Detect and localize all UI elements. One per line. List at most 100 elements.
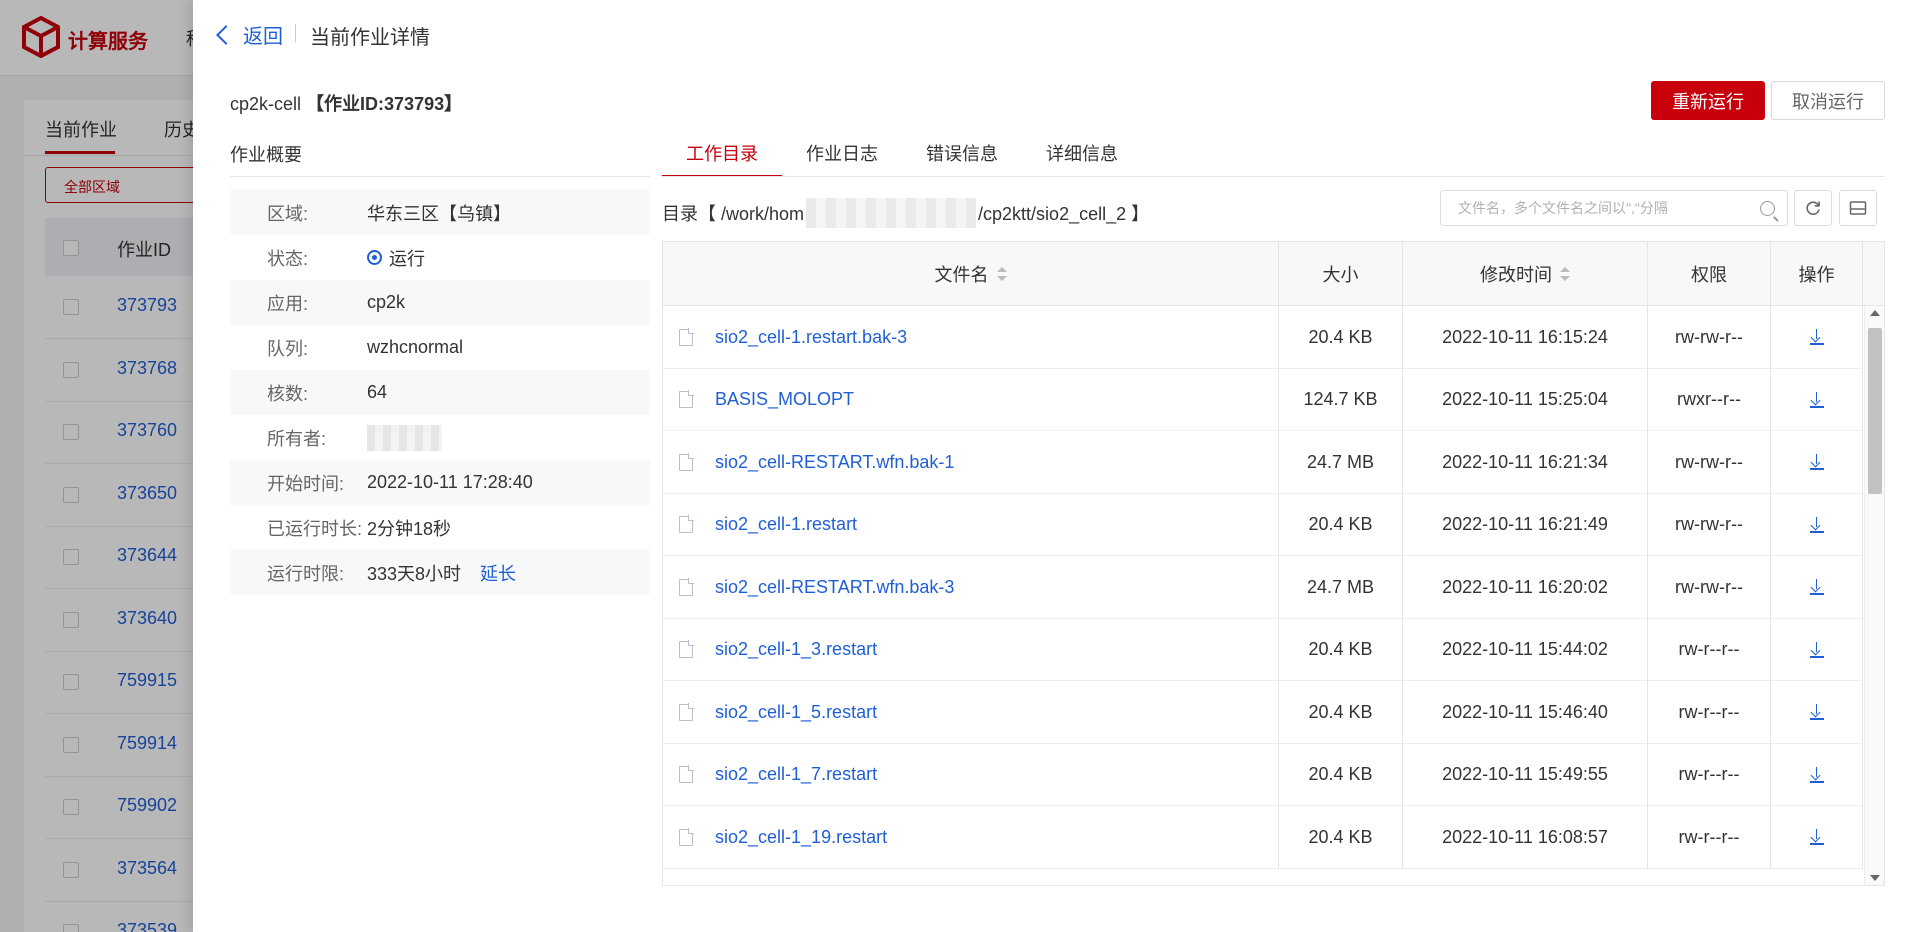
file-name-link[interactable]: sio2_cell-1_7.restart bbox=[715, 764, 877, 785]
refresh-button[interactable] bbox=[1794, 190, 1832, 226]
file-icon bbox=[679, 702, 694, 721]
folder-icon bbox=[1849, 201, 1867, 215]
file-name-cell: BASIS_MOLOPT bbox=[663, 368, 1279, 431]
download-icon[interactable] bbox=[1809, 766, 1824, 783]
file-icon bbox=[679, 640, 694, 658]
open-folder-button[interactable] bbox=[1839, 190, 1877, 226]
file-mtime-cell: 2022-10-11 16:15:24 bbox=[1403, 306, 1648, 368]
tab-detail-info[interactable]: 详细信息 bbox=[1022, 133, 1142, 177]
file-table-header: 文件名 大小 修改时间 权限 操作 bbox=[663, 242, 1884, 306]
file-table-row: sio2_cell-RESTART.wfn.bak-3 24.7 MB 2022-1… bbox=[663, 556, 1863, 619]
file-table-row: sio2_cell-RESTART.wfn.bak-1 24.7 MB 2022-1… bbox=[663, 431, 1863, 494]
overview-value: 华东三区【乌镇】 bbox=[367, 203, 511, 224]
file-table-row: sio2_cell-1.restart.bak-3 20.4 KB 2022-10-… bbox=[663, 306, 1863, 369]
overview-row-start-time: 开始时间: 2022-10-11 17:28:40 bbox=[230, 460, 650, 505]
overview-row-owner: 所有者: bbox=[230, 415, 650, 460]
rerun-button[interactable]: 重新运行 bbox=[1651, 81, 1765, 120]
download-icon[interactable] bbox=[1809, 329, 1824, 345]
file-perm-cell: rw-r--r-- bbox=[1648, 806, 1771, 868]
scroll-down-arrow-icon[interactable] bbox=[1870, 875, 1880, 881]
file-name-link[interactable]: sio2_cell-RESTART.wfn.bak-1 bbox=[715, 452, 954, 473]
back-button[interactable]: 返回 bbox=[216, 20, 283, 49]
file-size-cell: 24.7 MB bbox=[1279, 556, 1403, 618]
file-icon bbox=[679, 765, 694, 783]
file-name-cell: sio2_cell-1_5.restart bbox=[663, 681, 1279, 743]
download-icon[interactable] bbox=[1809, 579, 1824, 595]
file-mtime-cell: 2022-10-11 15:25:04 bbox=[1403, 368, 1648, 431]
file-name-link[interactable]: BASIS_MOLOPT bbox=[715, 389, 854, 410]
column-header-op-label: 操作 bbox=[1798, 265, 1835, 285]
tab-work-directory[interactable]: 工作目录 bbox=[662, 133, 782, 177]
overview-row-time-limit: 运行时限: 333天8小时 延长 bbox=[230, 550, 650, 595]
file-size-cell: 124.7 KB bbox=[1279, 368, 1403, 431]
header-gutter bbox=[1863, 242, 1884, 306]
title-separator bbox=[295, 24, 296, 42]
sort-icon[interactable] bbox=[996, 267, 1007, 281]
file-table-row: sio2_cell-1_3.restart 20.4 KB 2022-10-11 1… bbox=[663, 618, 1863, 681]
file-op-cell bbox=[1771, 368, 1863, 431]
download-icon[interactable] bbox=[1809, 829, 1824, 845]
file-name-link[interactable]: sio2_cell-RESTART.wfn.bak-3 bbox=[715, 577, 954, 598]
file-name-cell: sio2_cell-RESTART.wfn.bak-1 bbox=[663, 431, 1279, 493]
file-size-cell: 20.4 KB bbox=[1279, 743, 1403, 806]
table-scrollbar[interactable] bbox=[1864, 306, 1884, 885]
file-size-cell: 20.4 KB bbox=[1279, 806, 1403, 868]
column-header-mtime[interactable]: 修改时间 bbox=[1403, 242, 1648, 306]
overview-key: 队列: bbox=[267, 338, 309, 359]
file-name-cell: sio2_cell-1.restart bbox=[663, 493, 1279, 556]
download-icon[interactable] bbox=[1809, 704, 1824, 720]
file-name-link[interactable]: sio2_cell-1_19.restart bbox=[715, 827, 887, 848]
scroll-up-arrow-icon[interactable] bbox=[1870, 310, 1880, 316]
overview-row-queue: 队列: wzhcnormal bbox=[230, 325, 650, 370]
job-name: cp2k-cell bbox=[230, 94, 302, 114]
tabs-divider bbox=[662, 176, 1885, 177]
tab-error-info[interactable]: 错误信息 bbox=[902, 133, 1022, 177]
file-name-link[interactable]: sio2_cell-1_3.restart bbox=[715, 639, 877, 660]
file-mtime-cell: 2022-10-11 16:20:02 bbox=[1403, 556, 1648, 618]
overview-key: 开始时间: bbox=[267, 473, 345, 494]
file-perm-cell: rw-r--r-- bbox=[1648, 681, 1771, 743]
sort-icon[interactable] bbox=[1560, 267, 1570, 281]
file-op-cell bbox=[1771, 556, 1863, 618]
file-name-link[interactable]: sio2_cell-1.restart bbox=[715, 514, 857, 535]
file-size-cell: 20.4 KB bbox=[1279, 306, 1403, 368]
file-perm-cell: rwxr--r-- bbox=[1648, 368, 1771, 431]
file-mtime-cell: 2022-10-11 16:21:34 bbox=[1403, 431, 1648, 493]
cancel-run-button[interactable]: 取消运行 bbox=[1771, 81, 1885, 120]
file-op-cell bbox=[1771, 743, 1863, 806]
download-icon[interactable] bbox=[1809, 641, 1824, 658]
file-size-cell: 20.4 KB bbox=[1279, 618, 1403, 681]
chevron-left-icon bbox=[216, 25, 236, 45]
file-icon bbox=[679, 515, 694, 533]
file-search-input[interactable] bbox=[1441, 191, 1787, 225]
file-table-row: sio2_cell-1_7.restart 20.4 KB 2022-10-11 1… bbox=[663, 743, 1863, 806]
overview-row-elapsed: 已运行时长: 2分钟18秒 bbox=[230, 505, 650, 550]
file-name-cell: sio2_cell-1_19.restart bbox=[663, 806, 1279, 868]
overview-key: 所有者: bbox=[267, 428, 327, 449]
overview-value: 64 bbox=[367, 382, 388, 402]
overview-key: 核数: bbox=[267, 383, 309, 404]
column-header-perm-label: 权限 bbox=[1691, 265, 1727, 285]
download-icon[interactable] bbox=[1809, 516, 1824, 533]
path-suffix: /cp2ktt/sio2_cell_2 】 bbox=[978, 204, 1150, 224]
scrollbar-thumb[interactable] bbox=[1868, 328, 1882, 494]
back-label: 返回 bbox=[243, 26, 283, 48]
column-header-op: 操作 bbox=[1771, 242, 1863, 306]
running-status-icon bbox=[367, 250, 382, 265]
file-name-link[interactable]: sio2_cell-1.restart.bak-3 bbox=[715, 327, 907, 348]
file-size-cell: 20.4 KB bbox=[1279, 493, 1403, 556]
file-op-cell bbox=[1771, 618, 1863, 681]
tab-job-log[interactable]: 作业日志 bbox=[782, 133, 902, 177]
file-name-link[interactable]: sio2_cell-1_5.restart bbox=[715, 702, 877, 723]
file-mtime-cell: 2022-10-11 16:08:57 bbox=[1403, 806, 1648, 868]
download-icon[interactable] bbox=[1809, 391, 1824, 408]
file-name-cell: sio2_cell-1_3.restart bbox=[663, 618, 1279, 681]
download-icon[interactable] bbox=[1809, 454, 1824, 470]
extend-link[interactable]: 延长 bbox=[480, 560, 516, 586]
file-perm-cell: rw-rw-r-- bbox=[1648, 493, 1771, 556]
column-header-name[interactable]: 文件名 bbox=[663, 242, 1279, 306]
search-icon[interactable] bbox=[1760, 201, 1775, 216]
file-icon bbox=[679, 577, 694, 596]
time-limit-text: 333天8小时 bbox=[367, 563, 462, 584]
file-op-cell bbox=[1771, 306, 1863, 368]
